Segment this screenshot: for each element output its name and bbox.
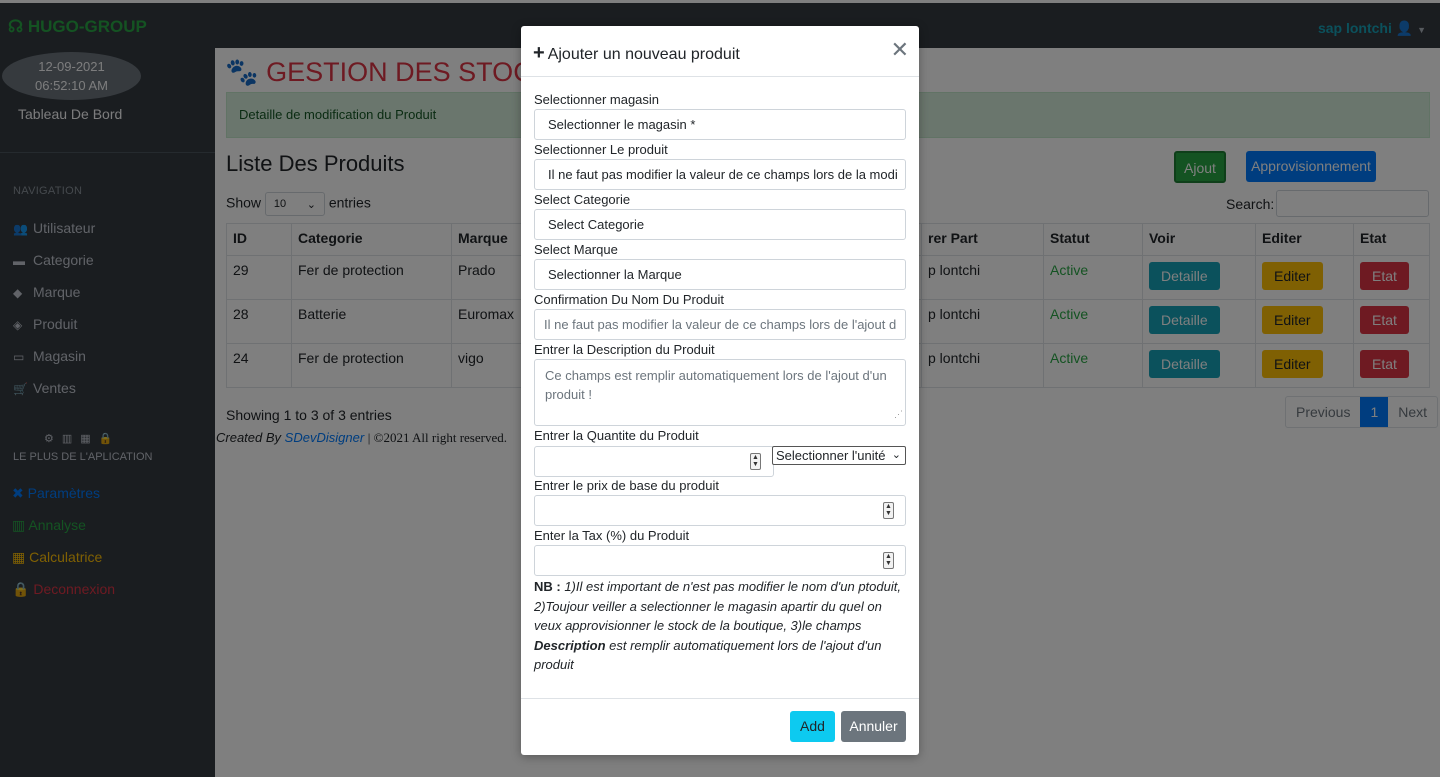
description-label: Entrer la Description du Produit — [534, 342, 715, 357]
produit-label: Selectionner Le produit — [534, 142, 668, 157]
tax-label: Enter la Tax (%) du Produit — [534, 528, 690, 543]
marque-label: Select Marque — [534, 242, 618, 257]
nb-note: NB : 1)Il est important de n'est pas mod… — [534, 579, 901, 672]
unit-select[interactable]: Selectionner l'unité ⌄ — [772, 446, 906, 465]
spinner-icon[interactable]: ▲ ▼ — [883, 552, 894, 569]
produit-select[interactable]: Il ne faut pas modifier la valeur de ce … — [534, 159, 906, 190]
plus-icon: + — [533, 42, 545, 64]
price-label: Entrer le prix de base du produit — [534, 478, 719, 493]
quantity-label: Entrer la Quantite du Produit — [534, 428, 699, 443]
cancel-button[interactable]: Annuler — [841, 711, 906, 742]
confirm-name-label: Confirmation Du Nom Du Produit — [534, 292, 725, 307]
categorie-label: Select Categorie — [534, 192, 631, 207]
add-button[interactable]: Add — [790, 711, 835, 742]
magasin-select[interactable]: Selectionner le magasin * — [534, 109, 906, 140]
magasin-label: Selectionner magasin — [534, 92, 660, 107]
resize-grip-icon[interactable]: ⋰ — [894, 405, 903, 424]
modal-footer — [521, 698, 919, 699]
quantity-input[interactable]: ▲ ▼ — [534, 446, 774, 477]
categorie-select[interactable]: Select Categorie — [534, 209, 906, 240]
modal-title: + Ajouter un nouveau produit — [533, 42, 740, 64]
spinner-icon[interactable]: ▲ ▼ — [883, 502, 894, 519]
marque-select[interactable]: Selectionner la Marque — [534, 259, 906, 290]
confirm-name-field[interactable]: Il ne faut pas modifier la valeur de ce … — [534, 309, 906, 340]
price-input[interactable]: ▲ ▼ — [534, 495, 906, 526]
chevron-down-icon: ⌄ — [891, 449, 901, 461]
description-textarea[interactable]: Ce champs est remplir automatiquement lo… — [534, 359, 906, 426]
close-icon[interactable]: ✕ — [891, 39, 909, 61]
modal-header: + Ajouter un nouveau produit ✕ — [521, 26, 919, 77]
tax-input[interactable]: ▲ ▼ — [534, 545, 906, 576]
spinner-icon[interactable]: ▲ ▼ — [750, 453, 761, 470]
add-product-modal: + Ajouter un nouveau produit ✕ Selectionn… — [521, 26, 919, 755]
